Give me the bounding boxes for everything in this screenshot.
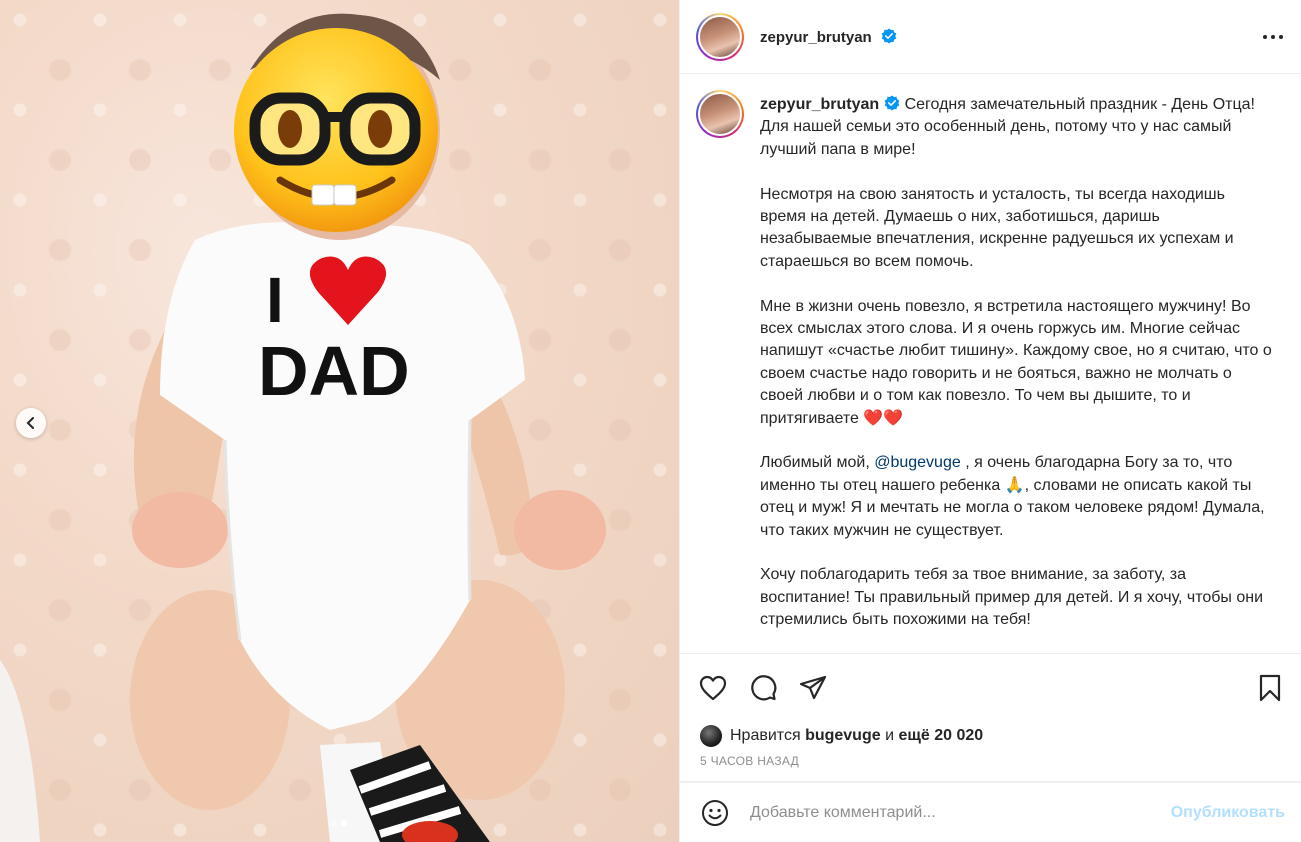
comment-form: Опубликовать — [680, 782, 1301, 842]
author-avatar[interactable] — [696, 12, 744, 61]
like-button[interactable] — [698, 673, 728, 703]
comment-button[interactable] — [748, 673, 778, 703]
caption-section: zepyur_brutyan Сегодня замечательный пра… — [680, 74, 1301, 654]
caption-author-username[interactable]: zepyur_brutyan — [760, 96, 879, 113]
caption-paragraph-4: Любимый мой, @bugevuge , я очень благода… — [760, 452, 1274, 542]
heart-icon — [699, 675, 727, 701]
emoji-icon — [702, 799, 728, 826]
more-options-button[interactable] — [1261, 25, 1285, 49]
carousel-prev-button[interactable] — [16, 408, 46, 438]
bookmark-icon — [1259, 674, 1281, 702]
likes-prefix: Нравится — [730, 727, 801, 744]
post-timestamp[interactable]: 5 ЧАСОВ НАЗАД — [680, 750, 1301, 782]
verified-icon — [884, 95, 900, 111]
action-bar — [680, 654, 1301, 722]
comment-input[interactable] — [750, 803, 1171, 822]
caption-paragraph-2: Несмотря на свою занятость и усталость, … — [760, 185, 1234, 270]
more-icon — [1263, 34, 1283, 39]
mention-link[interactable]: @bugevuge — [874, 454, 961, 471]
verified-icon — [881, 28, 897, 44]
save-button[interactable] — [1255, 673, 1285, 703]
liker-username[interactable]: bugevuge — [805, 727, 881, 745]
caption-paragraph-3: Мне в жизни очень повезло, я встретила н… — [760, 297, 1272, 427]
liker-avatar[interactable] — [700, 725, 722, 747]
shirt-text-dad: DAD — [258, 332, 410, 410]
likes-count[interactable]: ещё 20 020 — [898, 727, 983, 745]
comment-icon — [751, 675, 777, 701]
author-username[interactable]: zepyur_brutyan — [760, 28, 897, 46]
post-sidebar: zepyur_brutyan zepyur_brutyan Сегодня за… — [679, 0, 1301, 842]
likes-conjunction: и — [885, 727, 895, 744]
caption-paragraph-5: Хочу поблагодарить тебя за твое внимание… — [760, 566, 1264, 629]
author-username-text[interactable]: zepyur_brutyan — [760, 29, 872, 46]
shirt-text-i: I — [266, 264, 284, 336]
carousel-dot-active — [341, 820, 347, 826]
chevron-left-icon — [26, 417, 34, 429]
post-dialog: I DAD zepyur_brutyan zepyur_brutyan Сего… — [0, 0, 1301, 842]
post-media[interactable]: I DAD — [0, 0, 679, 842]
carousel-dots — [331, 820, 347, 826]
publish-button[interactable]: Опубликовать — [1171, 804, 1285, 822]
share-icon — [799, 675, 827, 700]
emoji-button[interactable] — [700, 798, 730, 828]
post-header: zepyur_brutyan — [680, 0, 1301, 74]
post-photo: I DAD — [0, 13, 606, 842]
caption-author-avatar[interactable] — [696, 90, 744, 138]
carousel-dot — [331, 820, 337, 826]
share-button[interactable] — [798, 673, 828, 703]
likes-summary[interactable]: Нравится bugevuge и ещё 20 020 — [680, 722, 1301, 750]
caption-text: zepyur_brutyan Сегодня замечательный пра… — [760, 90, 1274, 632]
caption-text-segment: Любимый мой, — [760, 454, 875, 472]
nerd-face-sticker — [234, 28, 438, 232]
